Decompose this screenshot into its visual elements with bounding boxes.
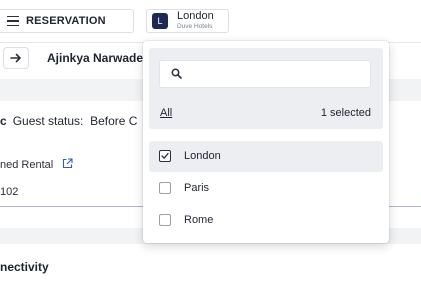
checkbox-london[interactable] <box>159 150 171 162</box>
hotel-subtitle: Duve Hotels <box>177 23 213 31</box>
dropdown-header: All 1 selected <box>149 48 383 129</box>
option-rome[interactable]: Rome <box>149 205 383 236</box>
option-label: Paris <box>184 182 210 194</box>
rental-label: ned Rental <box>0 159 54 171</box>
checkbox-rome[interactable] <box>159 214 171 226</box>
option-label: London <box>184 150 221 162</box>
external-link-icon[interactable] <box>62 158 73 169</box>
select-all-link[interactable]: All <box>160 107 172 119</box>
checkmark-icon <box>161 152 169 159</box>
connectivity-heading: nectivity <box>0 260 49 274</box>
guest-status-label: Guest status: <box>12 114 84 128</box>
arrow-right-icon <box>10 53 21 63</box>
status-prefix: c <box>0 114 7 128</box>
hamburger-icon <box>7 15 19 27</box>
search-input[interactable] <box>188 65 367 85</box>
hotel-selector-button[interactable]: L London Duve Hotels <box>146 9 229 33</box>
guest-name: Ajinkya Narwade <box>47 51 144 65</box>
hotel-name: London <box>177 10 214 23</box>
selected-count: 1 selected <box>320 107 371 119</box>
rental-value[interactable]: 102 <box>0 186 18 198</box>
hotel-avatar: L <box>152 13 168 29</box>
guest-status-value: Before C <box>90 114 138 128</box>
reservation-label: RESERVATION <box>26 15 106 27</box>
search-icon <box>171 68 182 79</box>
option-london[interactable]: London <box>149 141 383 172</box>
search-field[interactable] <box>159 60 371 88</box>
option-label: Rome <box>184 214 214 226</box>
back-button[interactable] <box>3 47 29 69</box>
reservation-menu-button[interactable]: RESERVATION <box>0 9 134 33</box>
hotel-dropdown: All 1 selected London Paris Rome <box>143 41 389 243</box>
option-paris[interactable]: Paris <box>149 173 383 204</box>
guest-status-row: c Guest status: Before C <box>0 114 137 128</box>
checkbox-paris[interactable] <box>159 182 171 194</box>
